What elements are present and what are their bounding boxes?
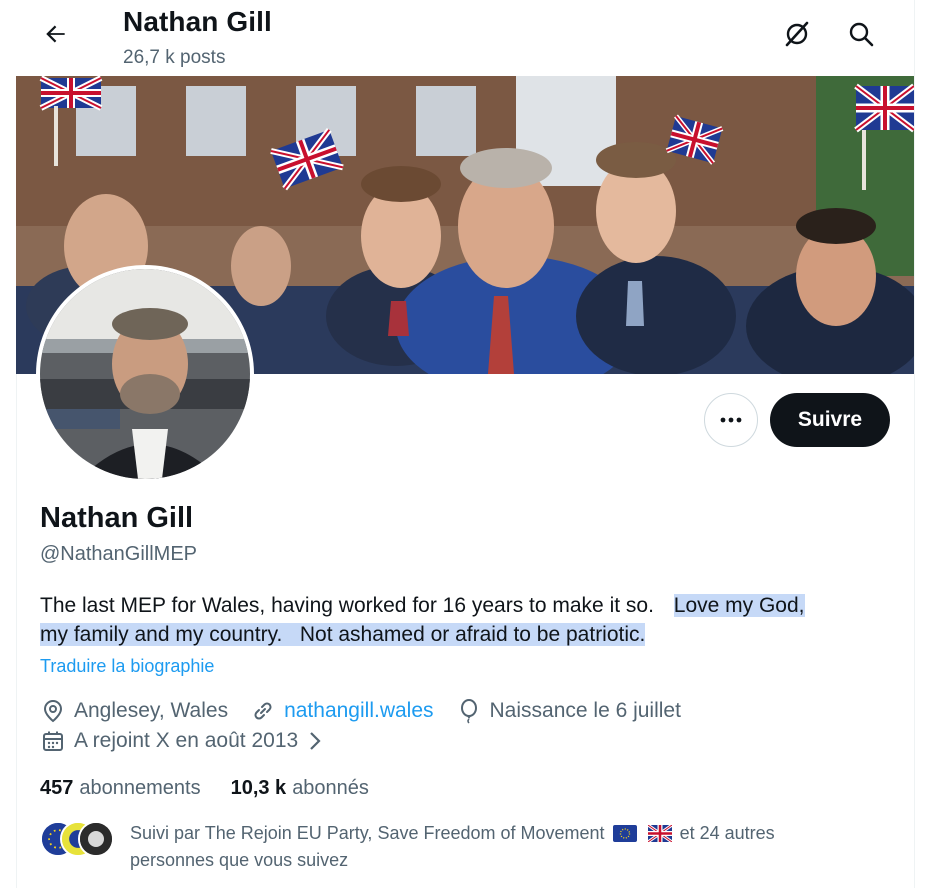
profile-handle: @NathanGillMEP	[40, 543, 198, 565]
followed-by-names: Suivi par The Rejoin EU Party, Save Free…	[130, 823, 605, 843]
more-button[interactable]	[704, 393, 758, 447]
arrow-left-icon	[43, 21, 69, 52]
profile-bio: The last MEP for Wales, having worked fo…	[40, 591, 900, 649]
bio-highlight-line-1: Love my God,	[673, 594, 805, 617]
calendar-icon	[40, 728, 66, 754]
header-title: Nathan Gill	[123, 6, 272, 37]
header-post-count: 26,7 k posts	[123, 47, 226, 68]
bio-highlight-line-2: my family and my country. Not ashamed or…	[40, 623, 646, 646]
search-button[interactable]	[843, 18, 879, 54]
birthday-text: Naissance le 6 juillet	[489, 699, 681, 722]
followers-stat[interactable]: 10,3 k abonnés	[231, 777, 369, 800]
location-text: Anglesey, Wales	[74, 699, 229, 722]
followed-by-count: et 24 autres	[679, 823, 775, 843]
following-label: abonnements	[79, 777, 201, 799]
profile-avatar[interactable]	[36, 265, 254, 483]
translate-bio-link[interactable]: Traduire la biographie	[40, 656, 214, 677]
bio-text: The last MEP for Wales, having worked fo…	[40, 594, 654, 617]
link-icon	[250, 698, 276, 724]
followers-count: 10,3 k	[230, 777, 287, 799]
profile-header: Nathan Gill 26,7 k posts	[16, 0, 914, 76]
balloon-icon	[456, 698, 482, 724]
following-count: 457	[40, 777, 74, 799]
location-pin-icon	[40, 698, 66, 724]
birthday-item: Naissance le 6 juillet	[456, 698, 681, 724]
follow-stats: 457 abonnements 10,3 k abonnés	[40, 777, 399, 800]
followers-label: abonnés	[292, 777, 369, 799]
more-icon	[719, 411, 743, 429]
joined-text: A rejoint X en août 2013	[74, 729, 299, 752]
followed-by-text[interactable]: Suivi par The Rejoin EU Party, Save Free…	[130, 821, 850, 872]
grok-icon	[783, 20, 811, 53]
followed-by-avatars[interactable]	[40, 821, 114, 857]
website-item: nathangill.wales	[250, 698, 434, 724]
follow-button[interactable]: Suivre	[770, 393, 890, 447]
avatar	[78, 821, 114, 857]
following-stat[interactable]: 457 abonnements	[40, 777, 201, 800]
location-item: Anglesey, Wales	[40, 698, 228, 724]
profile-meta-row: Anglesey, Wales nathangill.wales Naissan…	[40, 698, 703, 724]
back-button[interactable]	[38, 18, 74, 54]
joined-row[interactable]: A rejoint X en août 2013	[40, 728, 336, 754]
followed-by-suffix: personnes que vous suivez	[130, 850, 349, 870]
grok-button[interactable]	[779, 18, 815, 54]
uk-flag-icon	[646, 823, 673, 848]
profile-display-name: Nathan Gill	[40, 502, 194, 534]
search-icon	[847, 20, 875, 53]
eu-flag-icon	[612, 824, 637, 848]
chevron-right-icon	[302, 728, 328, 754]
website-link[interactable]: nathangill.wales	[284, 699, 433, 723]
